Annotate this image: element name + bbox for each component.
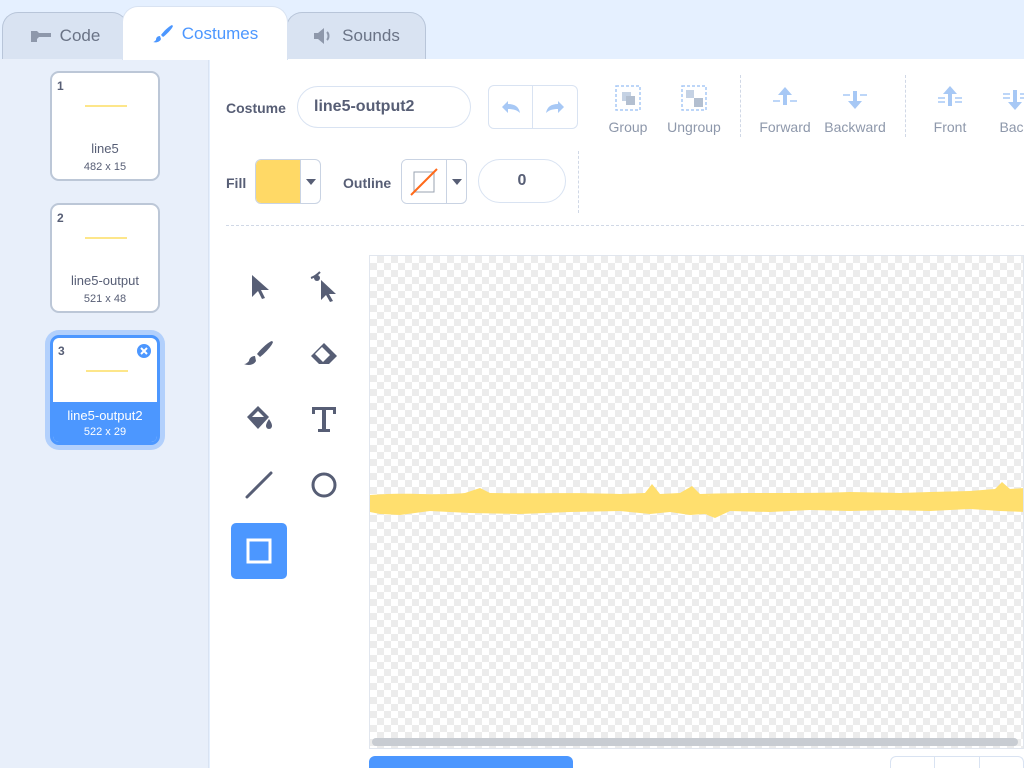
costume-number: 2 — [57, 211, 64, 225]
back-button[interactable]: Back — [980, 83, 1024, 135]
costume-thumbnail — [86, 370, 128, 372]
text-icon — [312, 407, 336, 432]
costume-thumbnail — [85, 237, 127, 239]
tab-costumes-label: Costumes — [181, 23, 259, 43]
eraser-tool-button[interactable] — [296, 325, 352, 381]
costume-number: 3 — [58, 344, 65, 358]
redo-button[interactable] — [533, 86, 577, 128]
code-icon — [30, 31, 51, 42]
reshape-icon — [310, 271, 336, 302]
front-label: Front — [933, 119, 967, 135]
circle-tool-button[interactable] — [296, 457, 352, 513]
circle-icon — [311, 472, 337, 498]
speaker-icon — [314, 28, 330, 44]
fill-label: Fill — [226, 175, 247, 191]
outline-color-picker[interactable] — [401, 159, 467, 204]
paint-bucket-icon — [247, 406, 272, 429]
undo-redo-group — [488, 85, 578, 129]
costume-size: 522 x 29 — [83, 426, 127, 438]
select-tool-button[interactable] — [231, 259, 287, 315]
front-icon — [938, 86, 962, 106]
caret-down-icon — [305, 178, 316, 185]
no-color-icon — [410, 167, 438, 196]
rectangle-icon — [246, 538, 272, 564]
toolbar-divider — [905, 75, 906, 137]
back-label: Back — [999, 119, 1024, 135]
rectangle-tool-button[interactable] — [231, 523, 287, 579]
zoom-controls — [890, 756, 1024, 768]
tab-code[interactable]: Code — [2, 12, 128, 59]
costume-label: Costume — [226, 100, 286, 116]
caret-down-icon — [451, 178, 462, 185]
back-icon — [1003, 90, 1024, 110]
forward-button[interactable]: Forward — [750, 83, 820, 135]
undo-icon — [501, 101, 520, 113]
tab-sounds[interactable]: Sounds — [286, 12, 426, 59]
front-button[interactable]: Front — [915, 83, 985, 135]
undo-button[interactable] — [489, 86, 534, 128]
costume-name: line5 — [91, 141, 119, 156]
group-icon — [615, 85, 641, 111]
delete-costume-button[interactable] — [135, 342, 153, 360]
outline-width-input[interactable] — [478, 159, 566, 203]
costume-name: line5-output — [71, 273, 139, 288]
paintbrush-icon — [152, 24, 173, 42]
costume-number: 1 — [57, 79, 64, 93]
outline-color-swatch — [402, 160, 446, 203]
costume-size: 521 x 48 — [83, 293, 127, 305]
editor-tabs: Code Costumes Sounds — [0, 0, 1024, 60]
costume-list: 1 line5 482 x 15 2 line5-output 521 x 48… — [0, 59, 209, 768]
close-icon — [140, 347, 148, 355]
fill-tool-button[interactable] — [231, 391, 287, 447]
group-button[interactable]: Group — [593, 83, 663, 135]
fill-color-swatch — [256, 160, 300, 203]
costume-name: line5-output2 — [67, 408, 143, 423]
brush-tool-button[interactable] — [231, 325, 287, 381]
costume-item-3[interactable]: 3 line5-output2 522 x 29 — [50, 335, 160, 445]
ungroup-button[interactable]: Ungroup — [659, 83, 729, 135]
costume-name-input[interactable] — [297, 86, 471, 128]
text-tool-button[interactable] — [296, 391, 352, 447]
tab-code-label: Code — [59, 26, 101, 45]
costume-item-2[interactable]: 2 line5-output 521 x 48 — [50, 203, 160, 313]
convert-button[interactable] — [369, 756, 573, 768]
outline-label: Outline — [343, 175, 392, 191]
costume-item-1[interactable]: 1 line5 482 x 15 — [50, 71, 160, 181]
outline-dropdown[interactable] — [446, 160, 466, 203]
fill-dropdown[interactable] — [300, 160, 320, 203]
line-tool-button[interactable] — [231, 457, 287, 513]
ungroup-icon — [681, 85, 707, 111]
forward-icon — [773, 87, 797, 105]
backward-button[interactable]: Backward — [820, 83, 890, 135]
fill-color-picker[interactable] — [255, 159, 321, 204]
redo-icon — [546, 101, 564, 113]
ungroup-label: Ungroup — [667, 119, 721, 135]
tab-costumes[interactable]: Costumes — [122, 6, 288, 60]
toolbar-divider — [740, 75, 741, 137]
reshape-tool-button[interactable] — [296, 259, 352, 315]
paint-canvas[interactable] — [369, 255, 1024, 749]
toolbar-divider — [578, 151, 579, 213]
backward-label: Backward — [824, 119, 886, 135]
group-label: Group — [608, 119, 648, 135]
zoom-out-button[interactable] — [891, 757, 934, 768]
brush-icon — [244, 341, 273, 365]
zoom-in-button[interactable] — [978, 757, 1023, 768]
costume-drawing — [370, 482, 1023, 518]
canvas-horizontal-scrollbar[interactable] — [372, 738, 1018, 746]
tab-sounds-label: Sounds — [342, 26, 400, 45]
forward-label: Forward — [759, 119, 811, 135]
line-icon — [245, 471, 273, 499]
eraser-icon — [311, 343, 337, 364]
costume-thumbnail — [85, 105, 127, 107]
paint-editor: Costume Group Ungroup Forward Backward F… — [210, 59, 1024, 768]
zoom-reset-button[interactable] — [934, 757, 978, 768]
backward-icon — [843, 91, 867, 109]
select-icon — [252, 275, 269, 299]
costume-size: 482 x 15 — [83, 161, 127, 173]
toolbar-bottom-divider — [226, 225, 1024, 226]
